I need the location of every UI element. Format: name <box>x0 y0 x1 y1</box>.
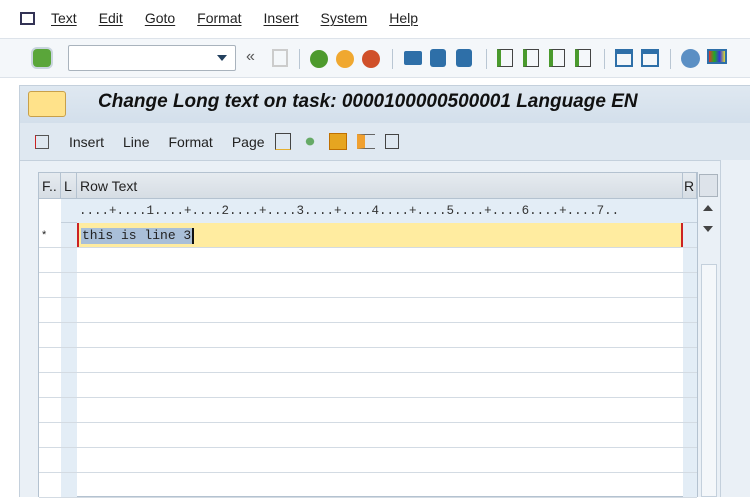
application-toolbar: Insert Line Format Page <box>20 123 750 161</box>
column-ruler: ....+....1....+....2....+....3....+....4… <box>77 199 683 223</box>
title-bar: Change Long text on task: 00001000005000… <box>20 86 750 123</box>
menu-icon[interactable] <box>20 11 35 25</box>
select-cursor-icon[interactable] <box>35 134 49 149</box>
format-button[interactable]: Format <box>168 134 212 150</box>
column-header-r[interactable]: R <box>683 173 697 199</box>
first-page-icon[interactable] <box>497 49 513 67</box>
row-text-cell[interactable]: this is line 3 <box>77 223 683 247</box>
table-row[interactable]: * this is line 3 <box>39 223 697 248</box>
menu-text[interactable]: Text <box>51 10 77 26</box>
table-row[interactable] <box>39 323 697 348</box>
table-row[interactable] <box>39 248 697 273</box>
column-header-format[interactable]: F.. <box>39 173 61 199</box>
find-next-icon[interactable] <box>456 49 472 67</box>
find-icon[interactable] <box>430 49 446 67</box>
help-icon[interactable] <box>681 49 700 68</box>
table-row[interactable] <box>39 473 697 498</box>
scroll-thumb[interactable] <box>701 264 717 497</box>
standard-toolbar: « <box>0 38 750 78</box>
shortcut-icon[interactable] <box>641 49 659 67</box>
variables-icon[interactable] <box>328 133 347 150</box>
back-icon[interactable] <box>310 50 328 68</box>
cancel-icon[interactable] <box>362 50 380 68</box>
ruler-row: ....+....1....+....2....+....3....+....4… <box>39 199 697 223</box>
new-session-icon[interactable] <box>615 49 633 67</box>
column-header-row-text[interactable]: Row Text <box>77 173 683 199</box>
line-button[interactable]: Line <box>123 134 149 150</box>
command-field[interactable] <box>68 45 236 71</box>
column-header-line[interactable]: L <box>61 173 77 199</box>
last-page-icon[interactable] <box>575 49 591 67</box>
chevron-down-icon[interactable] <box>217 55 227 61</box>
table-row[interactable] <box>39 398 697 423</box>
save-icon[interactable] <box>272 49 288 67</box>
table-row[interactable] <box>39 448 697 473</box>
menu-format[interactable]: Format <box>197 10 241 26</box>
vertical-scrollbar[interactable] <box>698 172 720 497</box>
enter-check-icon[interactable] <box>33 49 51 67</box>
column-settings-button[interactable] <box>699 174 718 197</box>
comment-icon[interactable] <box>384 134 399 149</box>
print-icon[interactable] <box>404 51 422 65</box>
scroll-up-icon[interactable] <box>703 205 713 211</box>
table-row[interactable] <box>39 298 697 323</box>
paste-icon[interactable] <box>274 133 291 150</box>
insert-button[interactable]: Insert <box>69 134 104 150</box>
exit-icon[interactable] <box>336 50 354 68</box>
menu-system[interactable]: System <box>321 10 368 26</box>
menu-bar: Text Edit Goto Format Insert System Help <box>0 0 750 36</box>
table-row[interactable] <box>39 423 697 448</box>
screen-menu-icon[interactable] <box>28 91 66 117</box>
menu-goto[interactable]: Goto <box>145 10 175 26</box>
text-editor-table: F.. L Row Text R ....+....1....+....2...… <box>38 172 698 498</box>
table-row[interactable] <box>39 273 697 298</box>
page-title: Change Long text on task: 00001000005000… <box>98 91 638 112</box>
table-row[interactable] <box>39 348 697 373</box>
menu-edit[interactable]: Edit <box>99 10 123 26</box>
row-text[interactable]: this is line 3 <box>81 228 195 244</box>
customize-layout-icon[interactable] <box>707 49 727 64</box>
page-button[interactable]: Page <box>232 134 265 150</box>
previous-page-icon[interactable] <box>523 49 539 67</box>
split-icon[interactable] <box>300 133 319 150</box>
menu-help[interactable]: Help <box>389 10 418 26</box>
right-margin <box>720 160 750 497</box>
next-page-icon[interactable] <box>549 49 565 67</box>
table-row[interactable] <box>39 373 697 398</box>
scroll-down-icon[interactable] <box>703 226 713 232</box>
collapse-icon[interactable]: « <box>246 48 255 66</box>
export-icon[interactable] <box>356 134 375 149</box>
menu-insert[interactable]: Insert <box>264 10 299 26</box>
row-flag: * <box>39 223 61 247</box>
